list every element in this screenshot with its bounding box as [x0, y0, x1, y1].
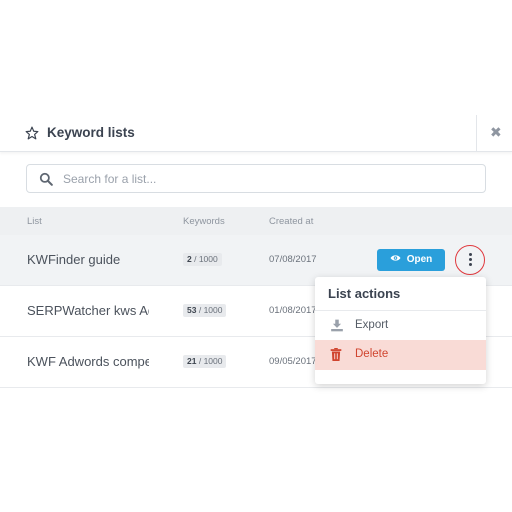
- table-header: List Keywords Created at: [0, 207, 512, 235]
- dialog-title: Keyword lists: [47, 125, 135, 140]
- eye-icon: [390, 255, 401, 261]
- open-button[interactable]: Open: [377, 249, 445, 271]
- created-date: 07/08/2017: [269, 254, 317, 265]
- keyword-count: 53: [187, 305, 197, 315]
- keyword-count-badge: 53 / 1000: [183, 304, 227, 317]
- keyword-count: 21: [187, 356, 197, 366]
- delete-menu-item[interactable]: Delete: [315, 340, 486, 370]
- keyword-limit: / 1000: [194, 254, 218, 264]
- list-name[interactable]: KWFinder guide: [27, 252, 149, 267]
- keyword-limit: / 1000: [198, 356, 223, 366]
- search-icon: [39, 172, 53, 186]
- search-box[interactable]: [26, 164, 486, 193]
- open-button-label: Open: [406, 254, 433, 265]
- search-input[interactable]: [61, 168, 465, 190]
- column-header-created: Created at: [269, 216, 314, 227]
- keyword-count-badge: 21 / 1000: [183, 355, 227, 368]
- export-label: Export: [355, 319, 389, 331]
- created-date: 09/05/2017: [269, 356, 317, 367]
- keyword-limit: / 1000: [198, 305, 223, 315]
- list-name[interactable]: SERPWatcher kws Adwords: [27, 303, 149, 318]
- more-vertical-icon[interactable]: [455, 245, 485, 275]
- keyword-count: 2: [187, 254, 192, 264]
- created-date: 01/08/2017: [269, 305, 317, 316]
- trash-icon: [330, 348, 342, 361]
- header-divider: [476, 115, 477, 151]
- close-icon[interactable]: ✖: [490, 124, 502, 141]
- dialog-header: Keyword lists ✖: [0, 115, 512, 152]
- star-icon: [25, 126, 39, 140]
- column-header-keywords: Keywords: [183, 216, 225, 227]
- delete-label: Delete: [355, 348, 389, 360]
- export-menu-item[interactable]: Export: [315, 311, 486, 341]
- menu-title: List actions: [328, 286, 401, 301]
- list-name[interactable]: KWF Adwords competitors: [27, 354, 149, 369]
- keyword-count-badge: 2 / 1000: [183, 253, 222, 266]
- column-header-list: List: [27, 216, 42, 227]
- list-actions-menu: List actions Export Delete: [315, 277, 486, 384]
- download-icon: [331, 319, 343, 332]
